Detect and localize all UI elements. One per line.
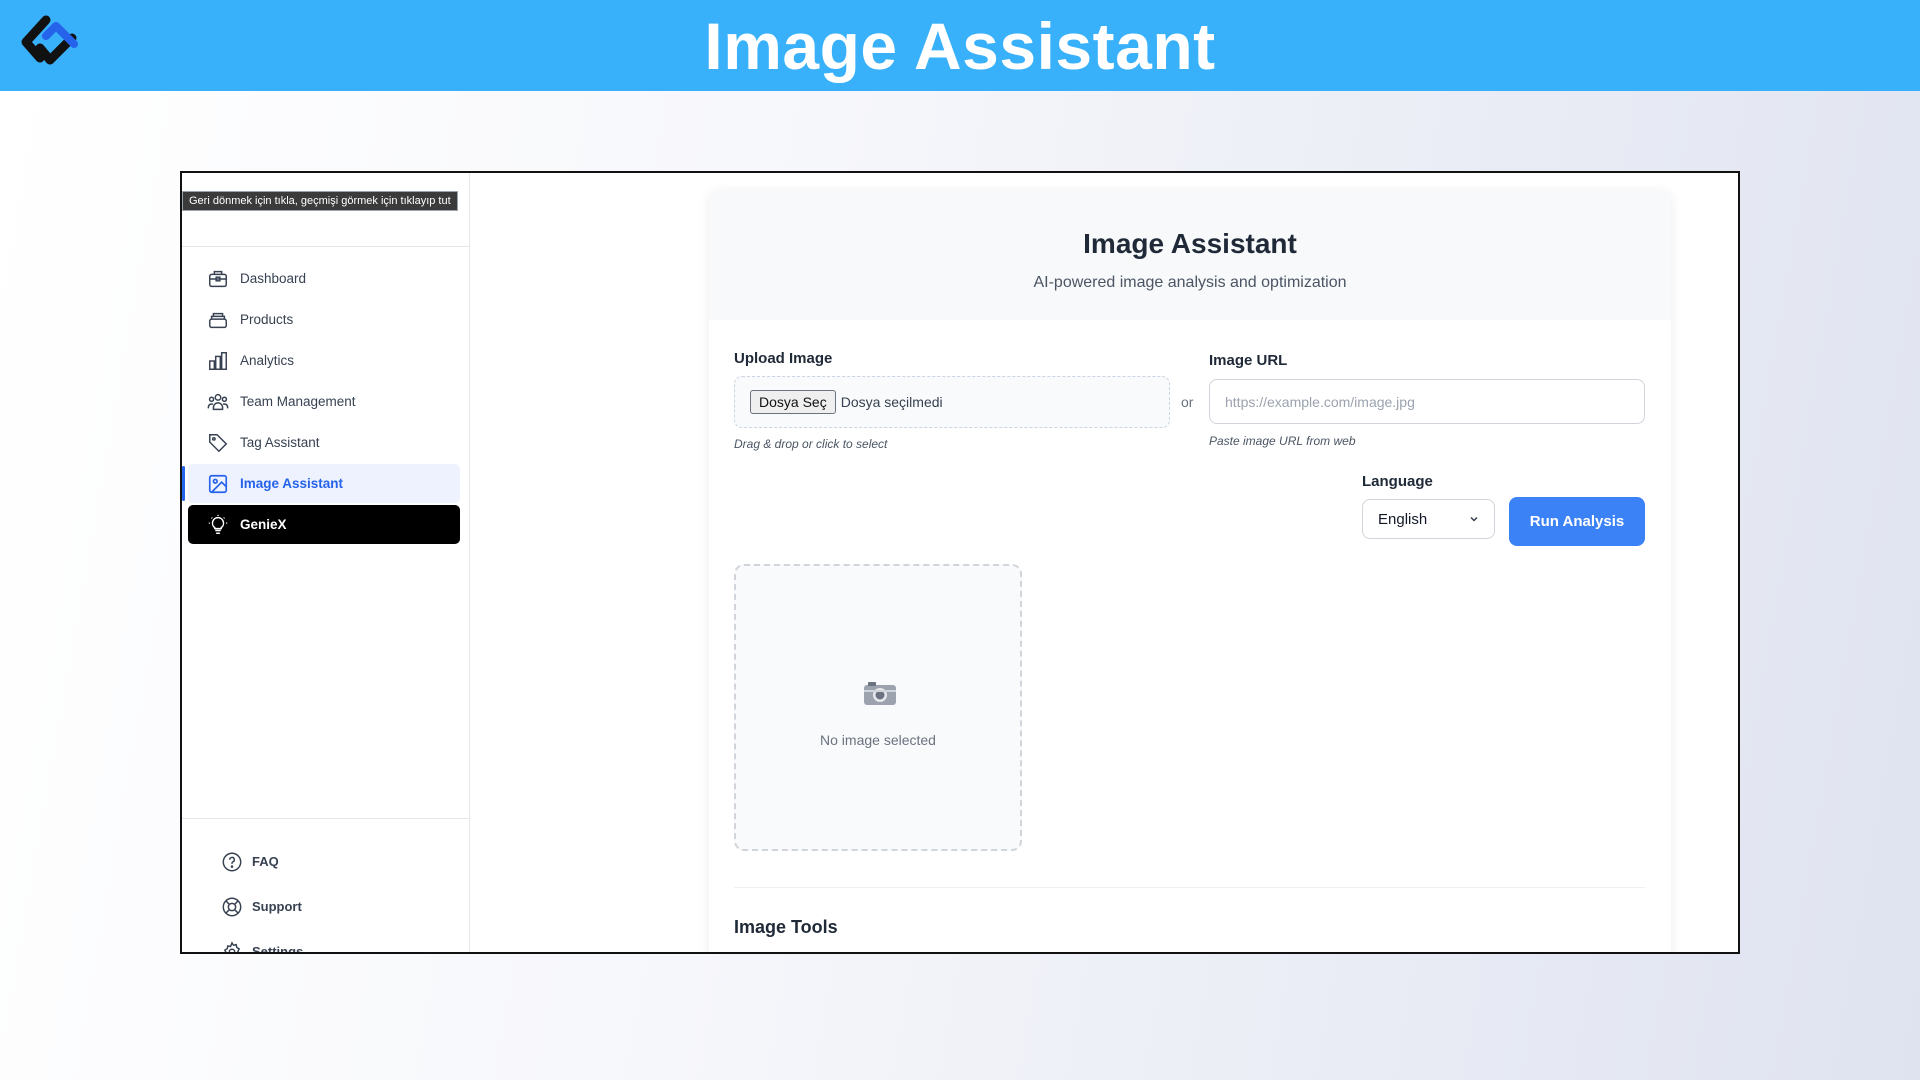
gear-icon (220, 940, 244, 952)
banner-title: Image Assistant (704, 9, 1216, 83)
sidebar-item-label: Settings (252, 944, 304, 954)
language-select[interactable]: English (1362, 499, 1495, 539)
sidebar: ListsGenie Geri dönmek için tıkla, geçmi… (182, 173, 470, 952)
sidebar-item-label: Dashboard (240, 271, 307, 286)
page-title: Image Assistant (1083, 228, 1297, 259)
image-preview: No image selected (734, 564, 1022, 851)
chevron-down-icon (1468, 512, 1480, 529)
sidebar-item-label: Products (240, 312, 294, 327)
sidebar-bottom-nav: FAQ Support Settings (220, 839, 304, 954)
camera-icon (863, 680, 897, 711)
sidebar-item-products[interactable]: Products (188, 300, 460, 339)
image-icon (206, 472, 230, 496)
language-label: Language (1362, 473, 1433, 490)
card-header: Image Assistant AI-powered image analysi… (709, 190, 1671, 320)
sidebar-item-label: Team Management (240, 394, 356, 409)
app-window: ListsGenie Geri dönmek için tıkla, geçmi… (180, 171, 1740, 954)
bar-chart-icon (206, 349, 230, 373)
sidebar-item-label: Support (252, 899, 302, 914)
layers-icon (206, 308, 230, 332)
image-url-label: Image URL (1209, 352, 1288, 369)
sidebar-item-label: Analytics (240, 353, 295, 368)
language-selected-value: English (1378, 510, 1428, 528)
sidebar-item-support[interactable]: Support (220, 884, 303, 929)
no-image-text: No image selected (820, 732, 936, 748)
users-icon (206, 390, 230, 414)
sidebar-item-analytics[interactable]: Analytics (188, 341, 460, 380)
sidebar-item-faq[interactable]: FAQ (220, 839, 303, 884)
or-separator: or (1181, 394, 1194, 410)
section-divider (734, 887, 1645, 888)
lifebuoy-icon (220, 895, 244, 919)
sidebar-item-image-assistant[interactable]: Image Assistant (182, 464, 460, 503)
image-tools-title: Image Tools (734, 917, 838, 937)
image-assistant-card: Image Assistant AI-powered image analysi… (709, 190, 1671, 952)
top-banner: Image Assistant (0, 0, 1920, 91)
upload-dropzone[interactable]: Dosya Seç Dosya seçilmedi (734, 376, 1170, 428)
choose-file-button[interactable]: Dosya Seç (750, 390, 836, 414)
page-subtitle: AI-powered image analysis and optimizati… (1033, 274, 1347, 291)
sidebar-nav: Dashboard Products Analytics Team Manage… (182, 259, 460, 546)
sidebar-item-label: Image Assistant (240, 476, 344, 491)
sidebar-item-settings[interactable]: Settings (220, 929, 304, 954)
no-file-text: Dosya seçilmedi (840, 394, 943, 410)
help-circle-icon (220, 850, 244, 874)
sidebar-item-geniex[interactable]: GenieX (188, 505, 460, 544)
upload-image-label: Upload Image (734, 350, 833, 367)
sidebar-divider (182, 246, 469, 247)
briefcase-icon (206, 267, 230, 291)
image-url-input[interactable] (1209, 379, 1645, 424)
run-analysis-button[interactable]: Run Analysis (1509, 497, 1645, 546)
sidebar-item-tag-assistant[interactable]: Tag Assistant (188, 423, 460, 462)
lightbulb-icon (206, 513, 230, 537)
upload-hint: Drag & drop or click to select (734, 437, 888, 451)
back-button-tooltip: Geri dönmek için tıkla, geçmişi görmek i… (182, 191, 458, 211)
sidebar-item-label: GenieX (240, 517, 287, 532)
sidebar-item-team-management[interactable]: Team Management (188, 382, 460, 421)
image-url-hint: Paste image URL from web (1209, 434, 1356, 448)
sidebar-item-label: Tag Assistant (240, 435, 320, 450)
sidebar-divider-bottom (182, 818, 469, 819)
tag-icon (206, 431, 230, 455)
sidebar-item-label: FAQ (252, 854, 279, 869)
sidebar-item-dashboard[interactable]: Dashboard (188, 259, 460, 298)
